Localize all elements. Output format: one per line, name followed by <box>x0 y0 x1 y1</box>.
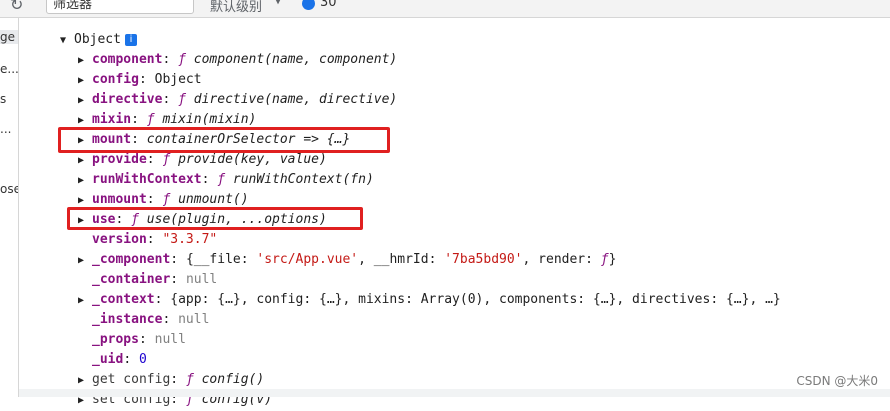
tree-row-directive[interactable]: ▶ directive: ƒ directive(name, directive) <box>78 90 397 110</box>
sidebar-item[interactable]: s <box>0 92 6 106</box>
horizontal-scrollbar[interactable] <box>19 389 890 397</box>
sidebar-item[interactable]: ose <box>0 182 18 196</box>
tree-row-get-config[interactable]: ▶ get config: ƒ config() <box>78 370 264 390</box>
chevron-down-icon[interactable]: ▼ <box>275 0 281 7</box>
collapsed-arrow-icon[interactable]: ▶ <box>78 71 92 91</box>
message-count: 30 <box>320 0 337 10</box>
tree-row-_container: _container: null <box>92 272 218 287</box>
tree-root[interactable]: ▼ Object i <box>60 30 137 50</box>
tree-row-component[interactable]: ▶ component: ƒ component(name, component) <box>78 50 397 70</box>
filter-input[interactable]: 筛选器 <box>46 0 194 14</box>
sidebar-item[interactable]: ge <box>0 30 18 44</box>
info-icon[interactable]: i <box>124 34 137 46</box>
tree-row-_instance: _instance: null <box>92 312 210 327</box>
tree-row-_context[interactable]: ▶ _context: {app: {…}, config: {…}, mixin… <box>78 290 781 310</box>
console-sidebar: ge e... s ... ose <box>0 18 19 397</box>
collapsed-arrow-icon[interactable]: ▶ <box>78 251 92 271</box>
collapsed-arrow-icon[interactable]: ▶ <box>78 51 92 71</box>
collapsed-arrow-icon[interactable]: ▶ <box>78 291 92 311</box>
tree-row-_component[interactable]: ▶ _component: {__file: 'src/App.vue', __h… <box>78 250 616 270</box>
console-toolbar: ↻ 筛选器 默认级别 ▼ 30 <box>0 0 890 18</box>
tree-row-version: version: "3.3.7" <box>92 232 218 247</box>
expanded-arrow-icon[interactable]: ▼ <box>60 31 74 51</box>
log-level-dropdown[interactable]: 默认级别 <box>210 0 262 15</box>
message-badge-icon <box>302 0 315 10</box>
watermark: CSDN @大米0 <box>796 374 878 388</box>
collapsed-arrow-icon[interactable]: ▶ <box>78 371 92 391</box>
tree-row-provide[interactable]: ▶ provide: ƒ provide(key, value) <box>78 150 327 170</box>
tree-row-config[interactable]: ▶ config: Object <box>78 70 202 90</box>
collapsed-arrow-icon[interactable]: ▶ <box>78 91 92 111</box>
tree-row-runWithContext[interactable]: ▶ runWithContext: ƒ runWithContext(fn) <box>78 170 374 190</box>
highlight-box-mount <box>58 127 390 153</box>
sidebar-item[interactable]: ... <box>0 122 11 136</box>
tree-row-_props: _props: null <box>92 332 186 347</box>
collapsed-arrow-icon[interactable]: ▶ <box>78 171 92 191</box>
sidebar-item[interactable]: e... <box>0 62 18 76</box>
tree-row-_uid: _uid: 0 <box>92 352 147 367</box>
highlight-box-use <box>67 207 363 230</box>
refresh-icon[interactable]: ↻ <box>10 0 23 14</box>
collapsed-arrow-icon[interactable]: ▶ <box>78 151 92 171</box>
